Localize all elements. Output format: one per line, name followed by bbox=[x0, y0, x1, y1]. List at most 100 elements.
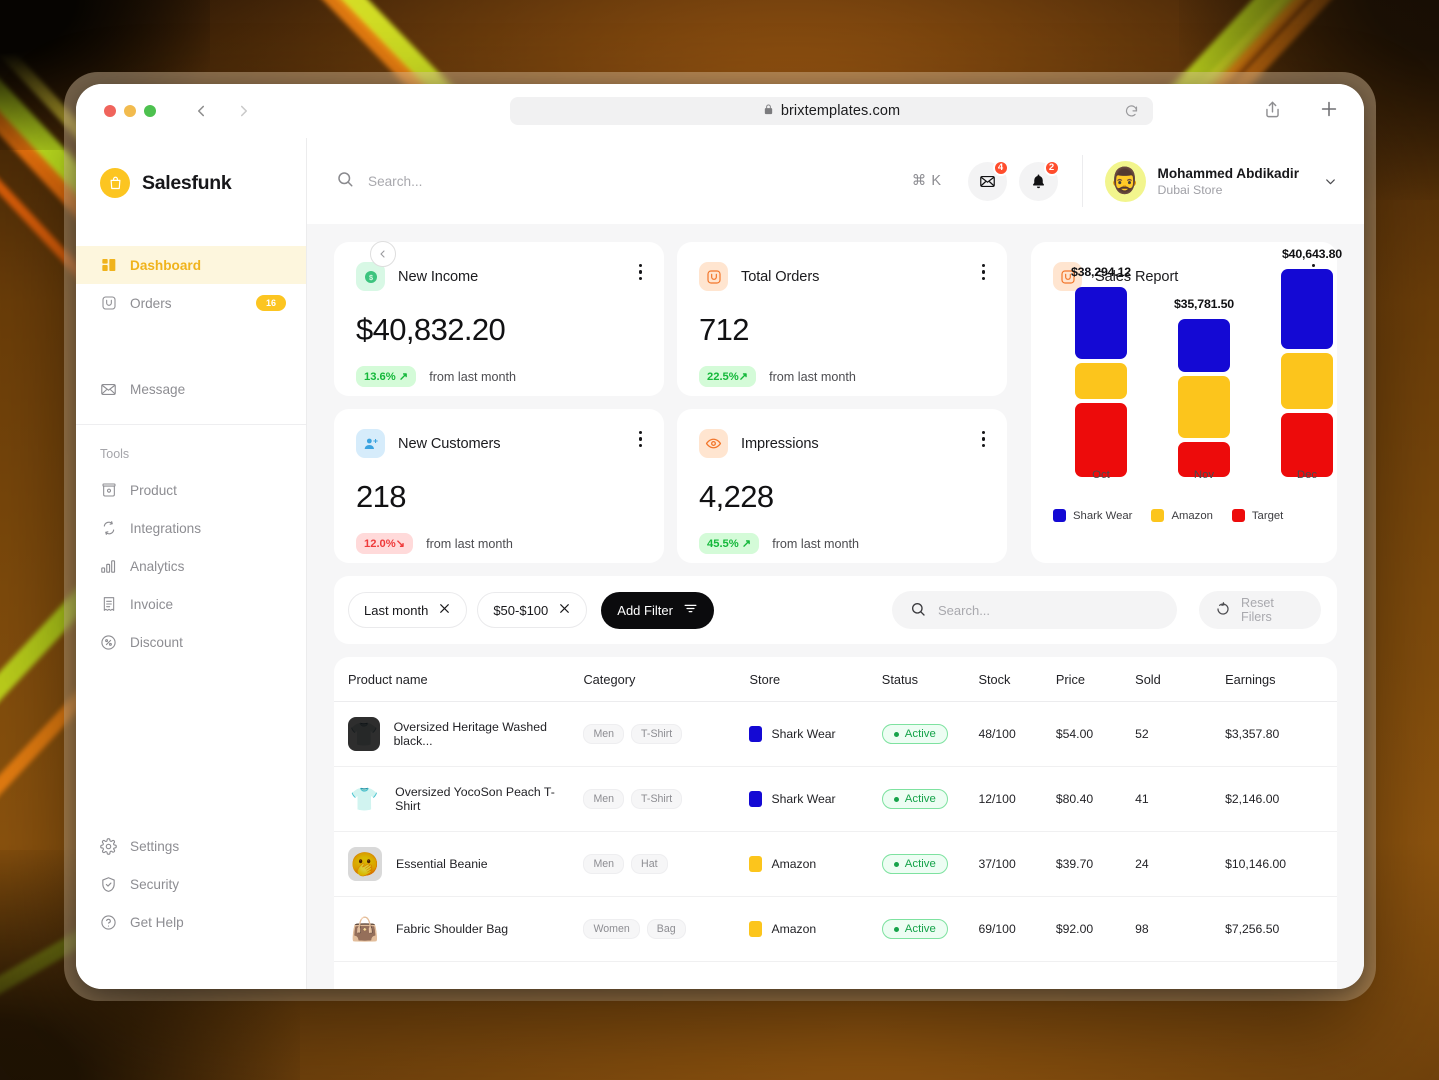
product-name: Oversized YocoSon Peach T-Shirt bbox=[395, 785, 555, 813]
column-header-price[interactable]: Price bbox=[1052, 672, 1131, 687]
column-header-category[interactable]: Category bbox=[579, 672, 745, 687]
sidebar-item-get-help[interactable]: Get Help bbox=[76, 903, 306, 941]
discount-percent-icon bbox=[100, 634, 117, 651]
column-header-product-name[interactable]: Product name bbox=[334, 672, 579, 687]
sidebar-item-integrations[interactable]: Integrations bbox=[76, 509, 306, 547]
user-menu[interactable]: 🧔‍♂️ Mohammed Abdikadir Dubai Store bbox=[1104, 160, 1365, 202]
store-swatch bbox=[749, 726, 763, 742]
store-name: Shark Wear bbox=[771, 727, 836, 741]
column-header-stock[interactable]: Stock bbox=[974, 672, 1051, 687]
brand-logo[interactable]: Salesfunk bbox=[76, 138, 306, 198]
column-header-sold[interactable]: Sold bbox=[1131, 672, 1221, 687]
bar-segment-amazon bbox=[1075, 363, 1127, 399]
column-header-status[interactable]: Status bbox=[878, 672, 975, 687]
store-name: Amazon bbox=[771, 922, 817, 936]
stat-value: $40,832.20 bbox=[356, 312, 506, 347]
browser-window: brixtemplates.com Salesfunk Dashboard Or… bbox=[76, 84, 1364, 989]
address-bar[interactable]: brixtemplates.com bbox=[510, 97, 1153, 125]
store-name: Amazon bbox=[771, 857, 817, 871]
sidebar-item-discount[interactable]: Discount bbox=[76, 623, 306, 661]
product-name: Fabric Shoulder Bag bbox=[396, 922, 509, 936]
chart-legend: Shark Wear Amazon Target bbox=[1053, 509, 1315, 522]
global-search-input[interactable]: Search... bbox=[368, 174, 422, 189]
table-row[interactable]: 👕 Oversized Heritage Washed black... Men… bbox=[334, 702, 1337, 767]
sidebar-item-product[interactable]: Product bbox=[76, 471, 306, 509]
filter-chip-price-range[interactable]: $50-$100 bbox=[477, 592, 588, 628]
sidebar-collapse-button[interactable] bbox=[370, 241, 396, 267]
sidebar-item-label: Security bbox=[130, 876, 180, 892]
filter-chip-label: Last month bbox=[364, 602, 429, 618]
table-row[interactable]: 👜 Fabric Shoulder Bag Women Bag Amazon A… bbox=[334, 897, 1337, 962]
sidebar-bottom-nav: Settings Security Get Help bbox=[76, 827, 306, 941]
table-footer bbox=[334, 962, 1337, 989]
integrations-refresh-icon bbox=[100, 520, 117, 537]
mail-button[interactable]: 4 bbox=[967, 159, 1009, 201]
dashboard-icon bbox=[100, 257, 117, 274]
share-icon[interactable] bbox=[1263, 100, 1282, 124]
add-filter-button[interactable]: Add Filter bbox=[601, 591, 714, 629]
filter-chip-last-month[interactable]: Last month bbox=[348, 592, 468, 628]
stat-card-menu-button[interactable] bbox=[638, 431, 642, 448]
column-header-store[interactable]: Store bbox=[745, 672, 877, 687]
stat-title: New Customers bbox=[398, 435, 501, 452]
close-window-button[interactable] bbox=[104, 105, 116, 117]
table-row[interactable]: 🫢 Essential Beanie Men Hat Amazon Active bbox=[334, 832, 1337, 897]
notifications-badge: 2 bbox=[1043, 159, 1060, 176]
sidebar-item-label: Orders bbox=[130, 295, 172, 311]
sidebar-item-settings[interactable]: Settings bbox=[76, 827, 306, 865]
reload-icon[interactable] bbox=[1124, 104, 1139, 124]
orders-badge: 16 bbox=[255, 295, 286, 311]
bar-category-label: Dec bbox=[1296, 469, 1318, 481]
products-table: Product name Category Store Status Stock… bbox=[334, 657, 1337, 989]
close-icon[interactable] bbox=[558, 602, 571, 618]
envelope-icon bbox=[979, 175, 995, 187]
forward-button[interactable] bbox=[235, 102, 253, 120]
bar-total-label: $35,781.50 bbox=[1173, 297, 1234, 311]
category-tag: Men bbox=[583, 724, 625, 744]
chevron-left-icon bbox=[380, 250, 385, 258]
table-header: Product name Category Store Status Stock… bbox=[334, 657, 1337, 702]
sidebar-item-analytics[interactable]: Analytics bbox=[76, 547, 306, 585]
column-header-earnings[interactable]: Earnings bbox=[1221, 672, 1337, 687]
notifications-button[interactable]: 2 bbox=[1018, 159, 1060, 201]
stat-card-menu-button[interactable] bbox=[981, 264, 985, 281]
legend-item-amazon: Amazon bbox=[1151, 509, 1213, 522]
table-row[interactable]: 👕 Oversized YocoSon Peach T-Shirt Men T-… bbox=[334, 767, 1337, 832]
stat-cards-row-1: $ New Income $40,832.20 13.6% ↗ from las… bbox=[334, 242, 1018, 396]
store-swatch bbox=[749, 921, 763, 937]
sidebar-item-security[interactable]: Security bbox=[76, 865, 306, 903]
close-icon[interactable] bbox=[438, 602, 451, 618]
legend-label: Shark Wear bbox=[1073, 509, 1133, 522]
store-swatch bbox=[749, 791, 763, 807]
stat-card-new-customers: New Customers 218 12.0%↘ from last month bbox=[334, 409, 664, 563]
topbar-divider bbox=[1081, 155, 1083, 207]
sales-report-card: Sales Report $38,294.12 Oct $35,781.50 N… bbox=[1031, 242, 1342, 563]
legend-swatch bbox=[1053, 509, 1066, 522]
stat-card-menu-button[interactable] bbox=[638, 264, 642, 281]
lock-icon bbox=[763, 102, 774, 120]
maximize-window-button[interactable] bbox=[144, 105, 156, 117]
window-controls[interactable] bbox=[104, 105, 156, 117]
sidebar-item-orders[interactable]: Orders 16 bbox=[76, 284, 306, 322]
reset-filters-button[interactable]: Reset Filers bbox=[1199, 591, 1321, 629]
bell-icon bbox=[1032, 174, 1044, 188]
sidebar-item-label: Invoice bbox=[130, 596, 174, 612]
orders-bag-icon bbox=[100, 295, 117, 312]
stock-value: 12/100 bbox=[978, 792, 1016, 806]
earnings-value: $7,256.50 bbox=[1225, 922, 1280, 936]
table-search-input[interactable]: Search... bbox=[892, 591, 1177, 629]
global-search[interactable]: Search... bbox=[336, 170, 912, 193]
reset-filters-label: Reset Filers bbox=[1241, 596, 1274, 624]
legend-swatch bbox=[1151, 509, 1165, 522]
minimize-window-button[interactable] bbox=[124, 105, 136, 117]
back-button[interactable] bbox=[192, 102, 210, 120]
svg-text:$: $ bbox=[368, 272, 372, 281]
new-tab-icon[interactable] bbox=[1318, 98, 1340, 125]
sidebar-item-dashboard[interactable]: Dashboard bbox=[76, 246, 306, 284]
search-icon bbox=[336, 170, 354, 193]
sidebar-item-message[interactable]: Message bbox=[76, 370, 306, 408]
stat-card-menu-button[interactable] bbox=[981, 431, 985, 448]
user-name: Mohammed Abdikadir bbox=[1157, 165, 1300, 181]
sidebar-item-invoice[interactable]: Invoice bbox=[76, 585, 306, 623]
product-name: Oversized Heritage Washed black... bbox=[393, 720, 547, 748]
